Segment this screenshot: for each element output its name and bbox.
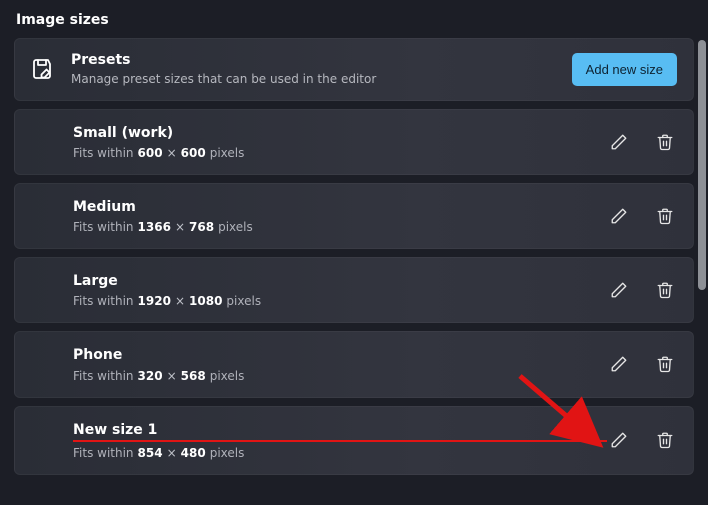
- size-row: New size 1 Fits within 854 × 480 pixels: [14, 406, 694, 475]
- section-title: Image sizes: [16, 12, 694, 28]
- dim-height: 1080: [189, 294, 222, 308]
- size-row-actions: [607, 278, 677, 302]
- dim-height: 480: [181, 446, 206, 460]
- dim-prefix: Fits within: [73, 220, 134, 234]
- size-name: Large: [73, 272, 607, 290]
- dim-suffix: pixels: [210, 446, 245, 460]
- add-new-size-button[interactable]: Add new size: [572, 53, 677, 86]
- dim-width: 1920: [138, 294, 171, 308]
- presets-icon: [31, 57, 71, 81]
- trash-icon: [656, 281, 674, 299]
- image-sizes-panel: Image sizes Presets Manage preset sizes …: [0, 0, 708, 501]
- size-row: Large Fits within 1920 × 1080 pixels: [14, 257, 694, 323]
- edit-button[interactable]: [607, 204, 631, 228]
- trash-icon: [656, 133, 674, 151]
- size-row-body: Large Fits within 1920 × 1080 pixels: [73, 272, 607, 308]
- size-row-body: Small (work) Fits within 600 × 600 pixels: [73, 124, 607, 160]
- delete-button[interactable]: [653, 352, 677, 376]
- size-row-actions: [607, 204, 677, 228]
- trash-icon: [656, 431, 674, 449]
- dim-prefix: Fits within: [73, 146, 134, 160]
- scrollbar-thumb[interactable]: [698, 40, 706, 290]
- pencil-icon: [610, 133, 628, 151]
- size-row-body: Phone Fits within 320 × 568 pixels: [73, 346, 607, 382]
- edit-button[interactable]: [607, 428, 631, 452]
- scrollbar-track[interactable]: [696, 0, 708, 505]
- dim-height: 768: [189, 220, 214, 234]
- dim-suffix: pixels: [210, 146, 245, 160]
- pencil-icon: [610, 281, 628, 299]
- dim-prefix: Fits within: [73, 446, 134, 460]
- edit-button[interactable]: [607, 352, 631, 376]
- size-name: New size 1: [73, 421, 607, 442]
- dim-sep: ×: [175, 220, 185, 234]
- dim-sep: ×: [167, 369, 177, 383]
- size-row-actions: [607, 352, 677, 376]
- dim-width: 600: [138, 146, 163, 160]
- dim-height: 600: [181, 146, 206, 160]
- dim-sep: ×: [175, 294, 185, 308]
- size-dimensions: Fits within 600 × 600 pixels: [73, 146, 607, 160]
- size-row: Small (work) Fits within 600 × 600 pixels: [14, 109, 694, 175]
- presets-subtitle: Manage preset sizes that can be used in …: [71, 72, 572, 88]
- size-row-actions: [607, 130, 677, 154]
- dim-sep: ×: [167, 446, 177, 460]
- size-row: Medium Fits within 1366 × 768 pixels: [14, 183, 694, 249]
- size-row: Phone Fits within 320 × 568 pixels: [14, 331, 694, 397]
- delete-button[interactable]: [653, 204, 677, 228]
- dim-prefix: Fits within: [73, 369, 134, 383]
- pencil-icon: [610, 355, 628, 373]
- dim-width: 1366: [138, 220, 171, 234]
- delete-button[interactable]: [653, 278, 677, 302]
- edit-button[interactable]: [607, 130, 631, 154]
- size-dimensions: Fits within 1920 × 1080 pixels: [73, 294, 607, 308]
- presets-header-card: Presets Manage preset sizes that can be …: [14, 38, 694, 101]
- size-name: Small (work): [73, 124, 607, 142]
- size-row-body: New size 1 Fits within 854 × 480 pixels: [73, 421, 607, 460]
- pencil-icon: [610, 431, 628, 449]
- size-row-body: Medium Fits within 1366 × 768 pixels: [73, 198, 607, 234]
- size-row-actions: [607, 428, 677, 452]
- dim-height: 568: [181, 369, 206, 383]
- dim-suffix: pixels: [218, 220, 253, 234]
- pencil-icon: [610, 207, 628, 225]
- dim-suffix: pixels: [210, 369, 245, 383]
- trash-icon: [656, 355, 674, 373]
- trash-icon: [656, 207, 674, 225]
- size-name: Phone: [73, 346, 607, 364]
- dim-width: 854: [138, 446, 163, 460]
- size-name: Medium: [73, 198, 607, 216]
- size-dimensions: Fits within 854 × 480 pixels: [73, 446, 607, 460]
- dim-suffix: pixels: [226, 294, 261, 308]
- dim-sep: ×: [167, 146, 177, 160]
- dim-width: 320: [138, 369, 163, 383]
- size-dimensions: Fits within 1366 × 768 pixels: [73, 220, 607, 234]
- delete-button[interactable]: [653, 428, 677, 452]
- dim-prefix: Fits within: [73, 294, 134, 308]
- size-dimensions: Fits within 320 × 568 pixels: [73, 369, 607, 383]
- presets-title: Presets: [71, 51, 572, 69]
- edit-button[interactable]: [607, 278, 631, 302]
- delete-button[interactable]: [653, 130, 677, 154]
